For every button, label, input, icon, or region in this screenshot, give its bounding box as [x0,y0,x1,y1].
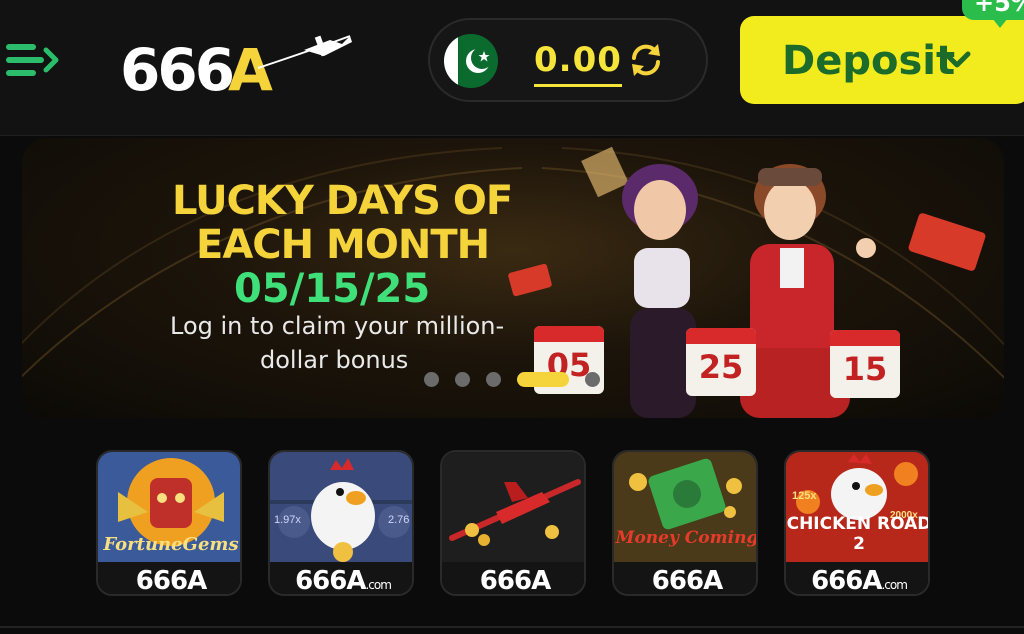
bonus-badge-pointer [992,18,1008,28]
calendar-icon: 25 [686,328,756,396]
game-tile-money-coming[interactable]: Money Coming 666A [612,450,758,596]
multiplier-label: 2.76 [388,514,410,526]
menu-icon[interactable] [4,40,60,80]
top-header: 666 A 0.00 Deposit +5 [0,0,1024,136]
deposit-label: Deposit [782,38,956,84]
multiplier-label: 125x [792,490,817,502]
carousel-dot[interactable] [517,372,569,387]
carousel-dot[interactable] [455,372,470,387]
bottom-divider [0,626,1024,628]
game-brand: 666A [135,566,207,596]
game-title: Money Coming [615,528,758,548]
balance-amount: 0.00 [534,40,622,87]
flag-pakistan-icon[interactable] [444,34,498,88]
chevron-down-icon [940,46,974,74]
game-title: FortuneGems [103,534,239,555]
banner-title-line2: EACH MONTH [196,222,490,268]
promo-banner[interactable]: LUCKY DAYS OF EACH MONTH 05/15/25 Log in… [22,138,1004,418]
banner-title-line1: LUCKY DAYS OF [172,178,513,224]
balance-display: 0.00 [428,18,708,102]
calendar-day: 25 [698,348,744,386]
game-brand: 666A [479,566,551,596]
calendar-day: 15 [842,350,888,388]
game-brand: 666A [651,566,723,596]
game-list: FortuneGems 666A 1.97x 2.76 666A.com 666… [96,450,936,598]
svg-text:666: 666 [120,36,233,98]
game-brand: 666A.com [295,566,392,596]
carousel-dot[interactable] [486,372,501,387]
game-tile-chicken[interactable]: 1.97x 2.76 666A.com [268,450,414,596]
game-brand: 666A.com [811,566,908,596]
refresh-icon[interactable] [626,40,666,80]
aviator-plane-artwork [442,452,584,562]
deposit-bonus-badge: +5% [962,0,1024,20]
game-tile-aviator[interactable]: 666A [440,450,586,596]
banner-subtitle-line2: dollar bonus [260,346,409,374]
banner-subtitle-line1: Log in to claim your million- [170,312,505,340]
banner-date: 05/15/25 [234,266,431,312]
game-tile-fortune-gems[interactable]: FortuneGems 666A [96,450,242,596]
game-tile-chicken-road-2[interactable]: 125x 2000x CHICKEN ROAD 2 666A.com [784,450,930,596]
multiplier-label: 1.97x [274,514,301,526]
game-title: CHICKEN ROAD 2 [786,514,930,554]
svg-text:A: A [228,36,273,98]
chicken-game-artwork [270,452,412,562]
carousel-dot[interactable] [424,372,439,387]
deposit-button[interactable]: Deposit [740,16,1024,104]
carousel-dot[interactable] [585,372,600,387]
site-logo[interactable]: 666 A [118,28,358,104]
calendar-icon: 15 [830,330,900,398]
